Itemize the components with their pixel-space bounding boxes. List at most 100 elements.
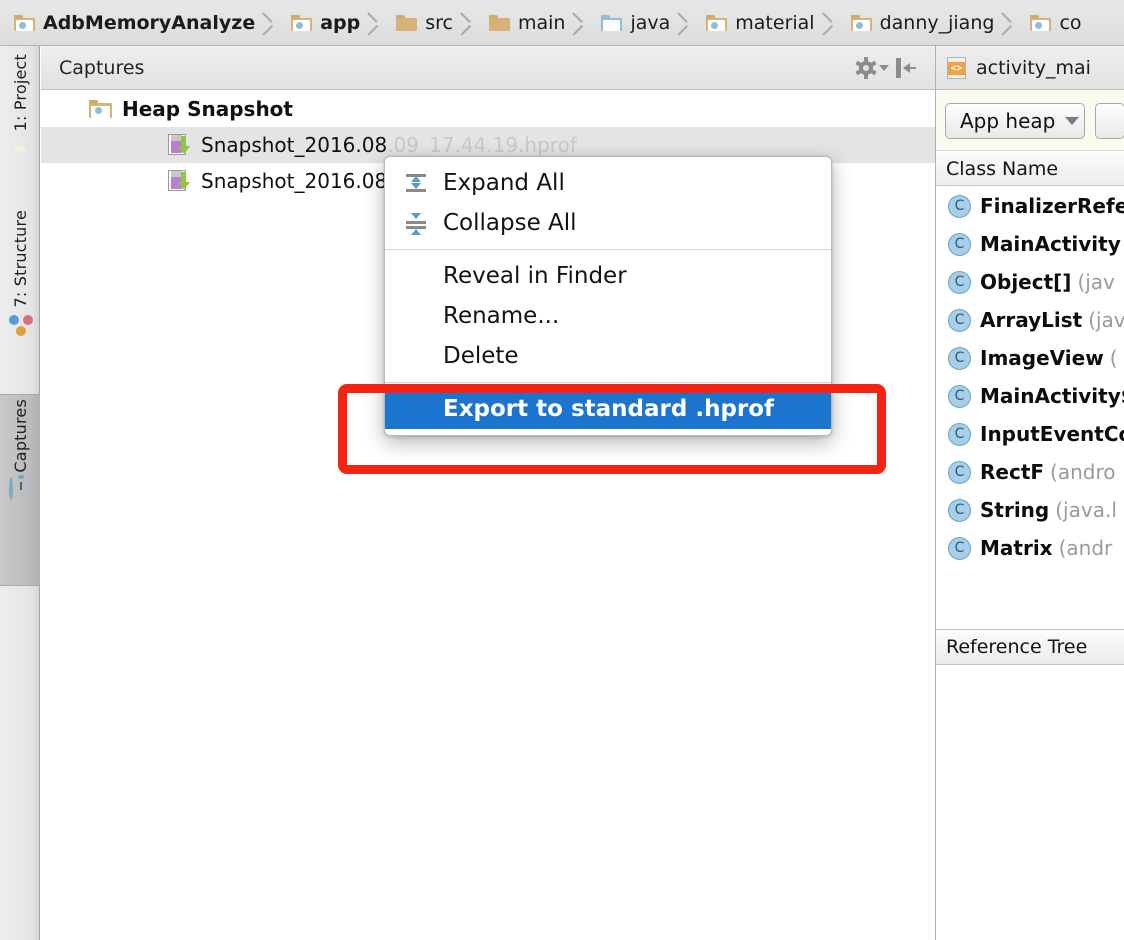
menu-separator [385, 382, 831, 383]
reference-tree-header[interactable]: Reference Tree [936, 629, 1124, 665]
menu-item-label: Rename... [443, 303, 559, 329]
xml-file-icon: <> [946, 57, 968, 79]
breadcrumb-separator [571, 0, 587, 46]
tab-activity-main[interactable]: <> activity_mai [936, 46, 1097, 90]
heap-selector-dropdown[interactable]: App heap [945, 103, 1085, 139]
tool-window-strip: 1: Project 7: Structure Captures [0, 46, 40, 940]
breadcrumb-item-material[interactable]: material [692, 0, 820, 46]
breadcrumb-separator [676, 0, 692, 46]
breadcrumb-label: material [735, 12, 814, 34]
class-package-label: (andr [1059, 536, 1113, 560]
breadcrumb: AdbMemoryAnalyze app src main java mater… [0, 0, 1124, 46]
sidebar-item-label: 1: Project [11, 50, 30, 135]
hprof-file-icon [167, 169, 191, 193]
list-item[interactable]: C ArrayList (jav [940, 301, 1124, 339]
package-folder-icon [706, 15, 727, 31]
class-package-label: (jav [1088, 308, 1124, 332]
list-item[interactable]: C String (java.l [940, 491, 1124, 529]
class-icon: C [948, 385, 971, 408]
breadcrumb-separator [821, 0, 837, 46]
breadcrumb-label: AdbMemoryAnalyze [43, 12, 255, 34]
list-item[interactable]: C Object[] (jav [940, 263, 1124, 301]
sidebar-item-structure[interactable]: 7: Structure [0, 206, 40, 366]
package-folder-icon [291, 15, 312, 31]
breadcrumb-separator [261, 0, 277, 46]
reference-tree-label: Reference Tree [946, 636, 1087, 658]
collapse-all-icon [403, 211, 429, 235]
hprof-file-icon [167, 133, 191, 157]
class-package-label: ( [1110, 346, 1118, 370]
class-icon: C [948, 309, 971, 332]
folder-icon [396, 15, 417, 31]
breadcrumb-label: app [320, 12, 360, 34]
class-name-label: InputEventCo [980, 422, 1124, 446]
list-item[interactable]: C RectF (andro [940, 453, 1124, 491]
hide-panel-icon[interactable] [889, 53, 923, 83]
menu-item-reveal-in-finder[interactable]: Reveal in Finder [385, 256, 831, 296]
heap-viewer-panel: <> activity_mai App heap Class Name C Fi… [936, 46, 1124, 940]
tree-node-heap-snapshot[interactable]: Heap Snapshot [41, 91, 935, 127]
breadcrumb-separator [459, 0, 475, 46]
context-menu[interactable]: Expand All Collapse All Reveal in Finder… [384, 156, 832, 436]
class-name-column-header[interactable]: Class Name [936, 152, 1124, 186]
gear-icon[interactable] [855, 53, 889, 83]
class-name-label: ArrayList [980, 308, 1082, 332]
class-package-label: (java.l [1055, 498, 1117, 522]
android-icon [9, 137, 31, 159]
breadcrumb-label: danny_jiang [880, 12, 995, 34]
breadcrumb-item-app[interactable]: app [277, 0, 366, 46]
reference-tree-body[interactable] [936, 666, 1124, 940]
breadcrumb-item-main[interactable]: main [475, 0, 571, 46]
menu-item-delete[interactable]: Delete [385, 336, 831, 376]
page-title: Captures [59, 57, 855, 79]
list-item[interactable]: C MainActivity ( [940, 225, 1124, 263]
class-icon: C [948, 423, 971, 446]
sidebar-item-project[interactable]: 1: Project [0, 50, 40, 178]
list-item[interactable]: C ImageView ( [940, 339, 1124, 377]
class-name-label: RectF [980, 460, 1044, 484]
list-item[interactable]: C MainActivity$ [940, 377, 1124, 415]
breadcrumb-separator [366, 0, 382, 46]
secondary-dropdown[interactable] [1095, 103, 1124, 139]
menu-item-export-to-standard-hprof[interactable]: Export to standard .hprof [385, 389, 831, 429]
class-icon: C [948, 499, 971, 522]
tab-label: activity_mai [976, 57, 1091, 79]
breadcrumb-item-danny-jiang[interactable]: danny_jiang [837, 0, 1001, 46]
folder-icon [489, 15, 510, 31]
sidebar-item-captures[interactable]: Captures [0, 394, 40, 586]
list-item[interactable]: C FinalizerRefe [940, 187, 1124, 225]
breadcrumb-item-co[interactable]: co [1016, 0, 1087, 46]
tree-node-label: Snapshot_2016.08 [201, 169, 387, 193]
column-header-label: Class Name [946, 158, 1058, 180]
clock-icon [9, 479, 31, 501]
tree-node-label: Snapshot_2016.08 [201, 133, 387, 157]
menu-item-label: Collapse All [443, 210, 577, 236]
class-icon: C [948, 195, 971, 218]
class-list[interactable]: C FinalizerRefe C MainActivity ( C Objec… [936, 187, 1124, 622]
list-item[interactable]: C Matrix (andr [940, 529, 1124, 567]
menu-item-expand-all[interactable]: Expand All [385, 163, 831, 203]
class-icon: C [948, 347, 971, 370]
tree-node-label: Heap Snapshot [122, 97, 293, 121]
heap-toolbar: App heap [936, 91, 1124, 151]
class-icon: C [948, 537, 971, 560]
breadcrumb-label: src [425, 12, 453, 34]
class-package-label: (andro [1050, 460, 1115, 484]
chevron-down-icon [1065, 117, 1079, 125]
package-folder-icon [1030, 15, 1051, 31]
class-name-label: Matrix [980, 536, 1053, 560]
menu-item-collapse-all[interactable]: Collapse All [385, 203, 831, 243]
class-package-label: (jav [1077, 270, 1114, 294]
menu-separator [385, 249, 831, 250]
menu-item-rename[interactable]: Rename... [385, 296, 831, 336]
breadcrumb-separator [1000, 0, 1016, 46]
menu-item-label: Reveal in Finder [443, 263, 627, 289]
breadcrumb-item-java[interactable]: java [587, 0, 676, 46]
class-name-label: ImageView [980, 346, 1104, 370]
breadcrumb-item-src[interactable]: src [382, 0, 459, 46]
sidebar-item-label: 7: Structure [11, 206, 30, 312]
breadcrumb-item-adbmemoryanalyze[interactable]: AdbMemoryAnalyze [0, 0, 261, 46]
class-name-label: FinalizerRefe [980, 194, 1124, 218]
heap-selector-label: App heap [960, 109, 1055, 133]
list-item[interactable]: C InputEventCo [940, 415, 1124, 453]
